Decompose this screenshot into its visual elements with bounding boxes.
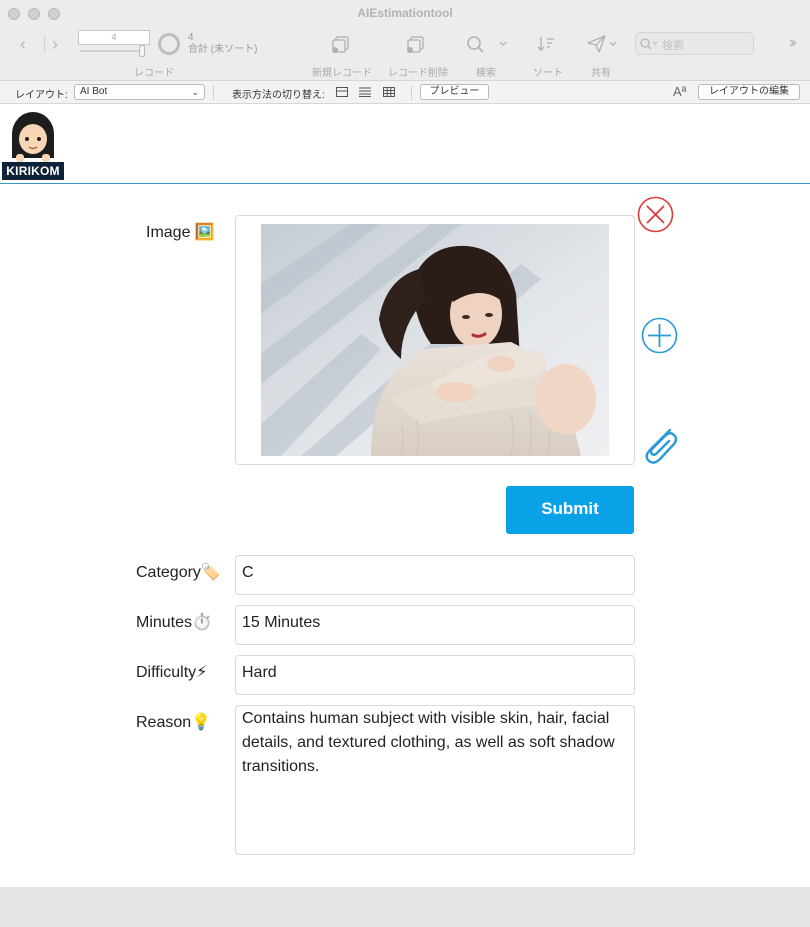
minutes-field[interactable]: 15 Minutes (235, 605, 635, 645)
paper-plane-icon[interactable] (587, 35, 607, 53)
sort-icon[interactable] (537, 35, 555, 53)
minutes-label: Minutes⏱️ (136, 614, 212, 631)
delete-record-button[interactable]: レコード削除 (388, 64, 448, 79)
search-placeholder: 検索 (662, 40, 684, 52)
forward-icon[interactable]: › (52, 35, 58, 53)
image-field-label: Image 🖼️ (146, 224, 215, 241)
layout-bar-divider (411, 85, 412, 100)
preview-button[interactable]: プレビュー (420, 84, 489, 100)
delete-image-icon[interactable] (637, 196, 674, 233)
find-button[interactable]: 検索 (476, 64, 496, 79)
status-bar (0, 887, 810, 927)
double-chevron-icon[interactable]: ›› (789, 34, 796, 52)
nav-divider (44, 36, 45, 52)
layout-select[interactable]: AI Bot ⌄ (74, 84, 205, 100)
magnifier-icon[interactable] (466, 35, 486, 55)
difficulty-label: Difficulty⚡ (136, 664, 208, 681)
record-total-count: 4 (188, 32, 194, 43)
font-size-icon[interactable]: Aª (673, 84, 686, 99)
back-icon[interactable]: ‹ (20, 35, 26, 53)
new-record-icon[interactable] (331, 34, 351, 54)
layout-label: レイアウト: (15, 90, 68, 101)
share-chevron-down-icon[interactable] (609, 41, 617, 47)
avatar-icon (12, 112, 54, 162)
find-chevron-down-icon[interactable] (499, 41, 507, 47)
difficulty-field[interactable]: Hard (235, 655, 635, 695)
record-total-label: 合計 (未ソート) (188, 44, 258, 55)
category-field[interactable]: C (235, 555, 635, 595)
window-toolbar: AIEstimationtool ‹ › 4 4 合計 (未ソート) レコード … (0, 0, 810, 81)
submit-button[interactable]: Submit (506, 486, 634, 534)
view-switch-label: 表示方法の切り替え: (232, 90, 325, 101)
reason-label: Reason💡 (136, 714, 212, 731)
chevron-down-icon: ⌄ (191, 87, 199, 97)
record-caption: レコード (134, 68, 174, 79)
logo-text: KIRIKOM (2, 162, 64, 180)
record-total: 4 合計 (未ソート) (188, 32, 257, 56)
add-image-icon[interactable] (641, 317, 678, 354)
sort-button[interactable]: ソート (533, 64, 563, 79)
record-slider-handle[interactable] (139, 45, 145, 57)
new-record-button[interactable]: 新規レコード (312, 64, 372, 79)
layout-select-value: AI Bot (80, 86, 108, 97)
table-view-icon[interactable] (383, 87, 395, 97)
window-title: AIEstimationtool (357, 6, 453, 20)
uploaded-photo (261, 224, 609, 456)
search-icon (640, 38, 658, 50)
paperclip-icon[interactable] (640, 424, 680, 466)
reason-textarea[interactable]: Contains human subject with visible skin… (235, 705, 635, 855)
record-number-input[interactable]: 4 (78, 30, 150, 45)
record-slider[interactable] (80, 50, 146, 52)
record-progress-icon (158, 33, 180, 55)
form-view-icon[interactable] (336, 87, 348, 97)
header-divider (0, 183, 810, 184)
delete-record-icon[interactable] (406, 34, 426, 54)
layout-bar: レイアウト: AI Bot ⌄ 表示方法の切り替え: プレビュー Aª レイアウ… (0, 81, 810, 104)
category-label: Category🏷️ (136, 564, 221, 581)
edit-layout-button[interactable]: レイアウトの編集 (698, 84, 800, 100)
layout-bar-divider (213, 85, 214, 100)
share-button[interactable]: 共有 (591, 64, 611, 79)
list-view-icon[interactable] (359, 87, 371, 97)
